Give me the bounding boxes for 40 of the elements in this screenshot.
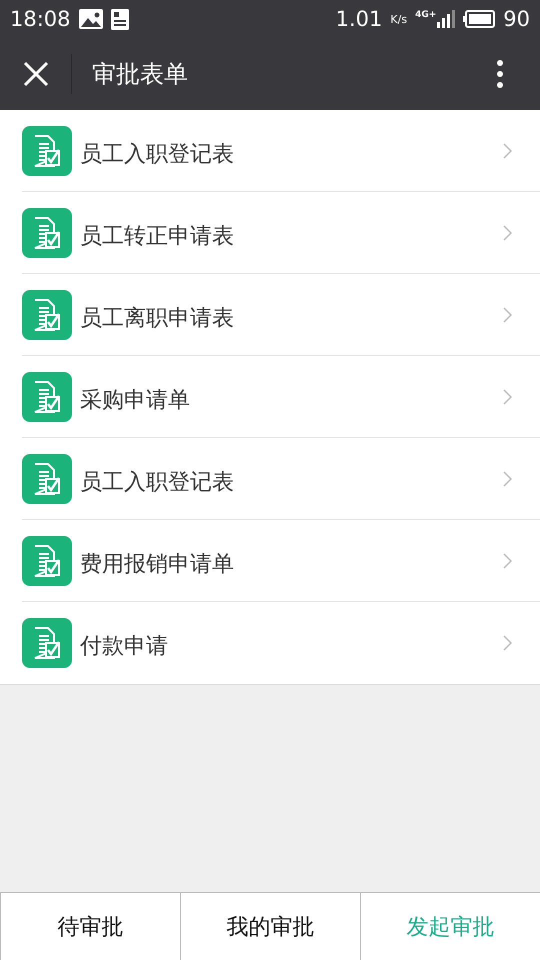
form-icon <box>22 208 72 258</box>
document-icon <box>110 8 129 30</box>
form-name: 员工入职登记表 <box>80 468 235 496</box>
form-item[interactable]: 员工入职登记表 <box>22 438 540 520</box>
chevron-icon <box>503 224 512 240</box>
form-name: 采购申请单 <box>80 386 191 414</box>
form-item[interactable]: 付款申请 <box>0 602 540 684</box>
image-icon <box>78 9 103 29</box>
battery-level: 90 <box>503 7 530 31</box>
signal-icon <box>437 10 456 28</box>
form-item[interactable]: 费用报销申请单 <box>22 520 540 602</box>
form-icon <box>22 454 72 504</box>
chevron-icon <box>503 470 512 486</box>
form-icon <box>22 618 72 668</box>
form-item[interactable]: 员工转正申请表 <box>22 192 540 274</box>
form-item[interactable]: 员工入职登记表 <box>22 110 540 192</box>
close-icon <box>22 61 48 87</box>
form-name: 费用报销申请单 <box>80 550 235 578</box>
chevron-icon <box>503 306 512 322</box>
more-icon <box>496 59 504 89</box>
form-item[interactable]: 员工离职申请表 <box>22 274 540 356</box>
form-icon <box>22 536 72 586</box>
page-title: 审批表单 <box>92 59 189 90</box>
network-type: 4G+ <box>415 10 436 20</box>
chevron-icon <box>503 552 512 568</box>
form-item[interactable]: 采购申请单 <box>22 356 540 438</box>
form-name: 员工入职登记表 <box>80 140 235 168</box>
network-speed: 1.01 <box>336 7 382 31</box>
form-icon <box>22 290 72 340</box>
form-icon <box>22 372 72 422</box>
form-name: 员工转正申请表 <box>80 222 235 250</box>
chevron-icon <box>503 388 512 404</box>
form-name: 员工离职申请表 <box>80 304 235 332</box>
speed-unit: K/s <box>390 12 408 26</box>
clock-time: 18:08 <box>10 7 71 31</box>
chevron-icon <box>503 142 512 158</box>
form-name: 付款申请 <box>80 633 169 661</box>
form-icon <box>22 126 72 176</box>
chevron-icon <box>503 635 512 651</box>
battery-icon <box>463 10 496 28</box>
